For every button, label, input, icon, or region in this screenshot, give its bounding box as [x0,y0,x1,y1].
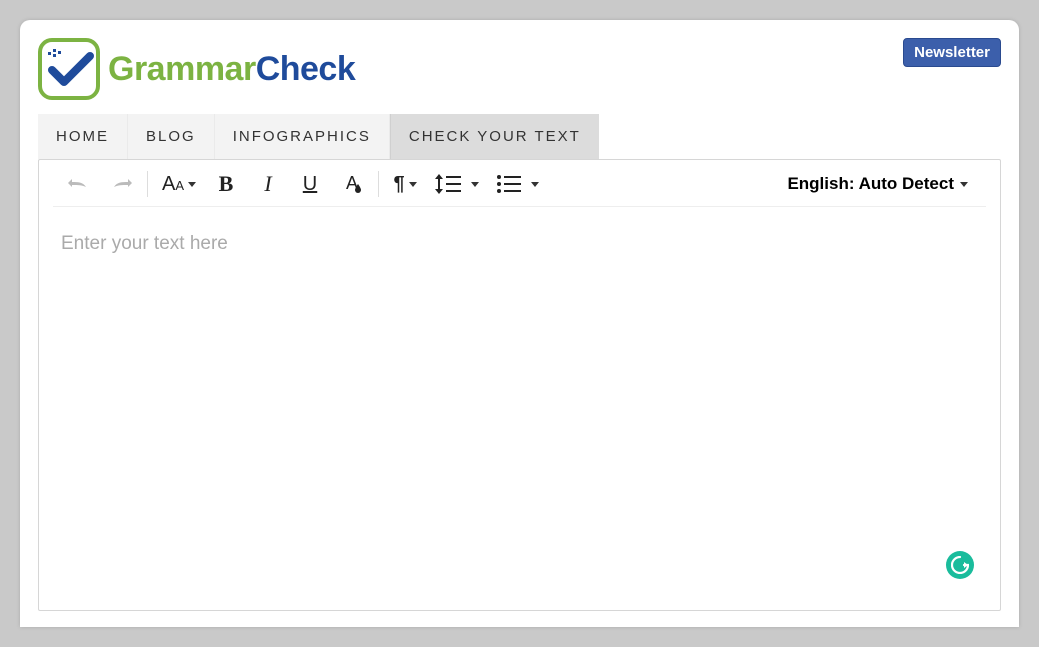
logo-icon [38,38,100,100]
redo-icon [110,176,132,192]
logo[interactable]: GrammarCheck [38,38,355,100]
font-size-icon: AA [162,173,184,196]
list-button[interactable] [497,170,539,198]
underline-icon: U [303,173,317,196]
page-container: GrammarCheck Newsletter HOME BLOG INFOGR… [20,20,1019,627]
header: GrammarCheck Newsletter [20,20,1019,100]
main-nav: HOME BLOG INFOGRAPHICS CHECK YOUR TEXT [38,114,1001,159]
editor-frame: AA B I U A [38,159,1001,611]
language-select[interactable]: English: Auto Detect [787,174,972,194]
nav-blog[interactable]: BLOG [128,114,215,159]
list-icon [497,174,521,194]
language-label: English: Auto Detect [787,174,954,194]
logo-text: GrammarCheck [108,50,355,89]
toolbar-history-group [67,170,133,198]
font-size-button[interactable]: AA [162,170,196,198]
toolbar-paragraph-group: ¶ [393,170,539,198]
italic-button[interactable]: I [256,170,280,198]
toolbar-separator-2 [378,171,379,197]
logo-word-2: Check [256,50,356,88]
paragraph-direction-button[interactable]: ¶ [393,170,417,198]
toolbar: AA B I U A [53,160,986,207]
editor-area[interactable]: Enter your text here [39,207,1000,605]
bold-icon: B [219,171,234,197]
underline-button[interactable]: U [298,170,322,198]
line-height-button[interactable] [435,170,479,198]
grammarly-icon [951,556,969,574]
text-color-button[interactable]: A [340,170,364,198]
editor-placeholder: Enter your text here [61,233,978,255]
chevron-down-icon [188,182,196,187]
bold-button[interactable]: B [214,170,238,198]
nav-infographics[interactable]: INFOGRAPHICS [215,114,390,159]
redo-button[interactable] [109,170,133,198]
text-color-icon: A [342,173,362,195]
pilcrow-icon: ¶ [393,173,404,196]
nav-home[interactable]: HOME [38,114,128,159]
undo-button[interactable] [67,170,91,198]
grammarly-badge[interactable] [946,551,974,579]
chevron-down-icon [409,182,417,187]
chevron-down-icon [531,182,539,187]
newsletter-button[interactable]: Newsletter [903,38,1001,67]
logo-word-1: Grammar [108,50,256,88]
chevron-down-icon [960,182,968,187]
italic-icon: I [264,171,271,197]
line-height-icon [435,174,461,194]
chevron-down-icon [471,182,479,187]
toolbar-format-group: AA B I U A [162,170,364,198]
toolbar-separator-1 [147,171,148,197]
undo-icon [68,176,90,192]
nav-check-your-text[interactable]: CHECK YOUR TEXT [390,114,599,159]
